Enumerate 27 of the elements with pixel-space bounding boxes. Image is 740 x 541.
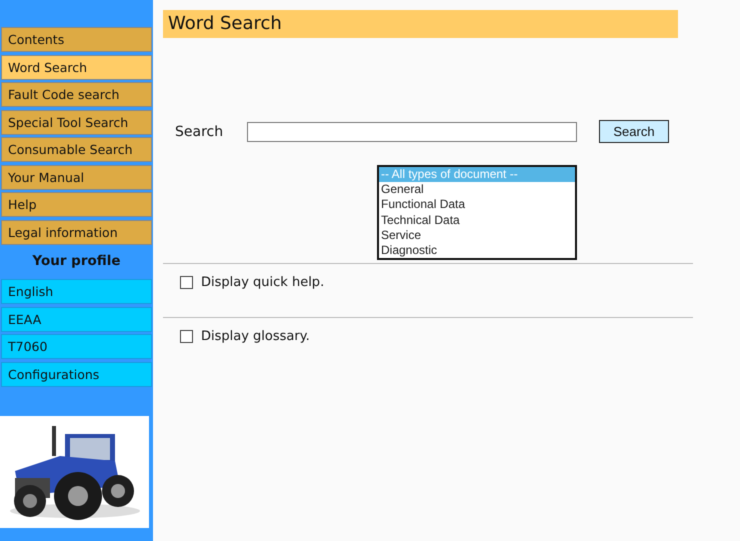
menu-item[interactable]: Your Manual [1,164,152,190]
menu-item[interactable]: Contents [1,27,152,52]
list-option[interactable]: General [379,182,575,198]
profile-item[interactable]: English [1,279,152,304]
checkbox-label: Display glossary. [201,329,310,344]
checkbox[interactable] [180,276,193,289]
profile-item[interactable]: Configurations [1,362,152,386]
menu-item[interactable]: Special Tool Search [1,110,152,134]
menu-item[interactable]: Word Search [1,54,152,80]
profile-item[interactable]: EEAA [1,306,152,332]
search-button[interactable]: Search [599,120,669,143]
search-label: Search [175,124,224,140]
list-option[interactable]: Service [379,228,575,244]
menu-item[interactable]: Legal information [1,220,152,244]
menu-item[interactable]: Consumable Search [1,137,152,162]
menu-item[interactable]: Fault Code search [1,82,152,107]
profile-heading: Your profile [31,252,122,271]
checkbox-label: Display quick help. [201,275,324,290]
list-option[interactable]: Functional Data [379,197,575,213]
list-option[interactable]: Technical Data [379,212,575,228]
search-field[interactable] [247,122,577,142]
menu-item[interactable]: Help [1,192,152,217]
list-option[interactable]: Diagnostic [379,243,575,258]
document-type-list[interactable]: -- All types of document -- General Functional Data Technical Data Service Diagnostic [377,165,577,260]
profile-item[interactable]: T7060 [1,334,152,359]
page-title: Word Search [163,10,678,38]
checkbox[interactable] [180,330,193,343]
